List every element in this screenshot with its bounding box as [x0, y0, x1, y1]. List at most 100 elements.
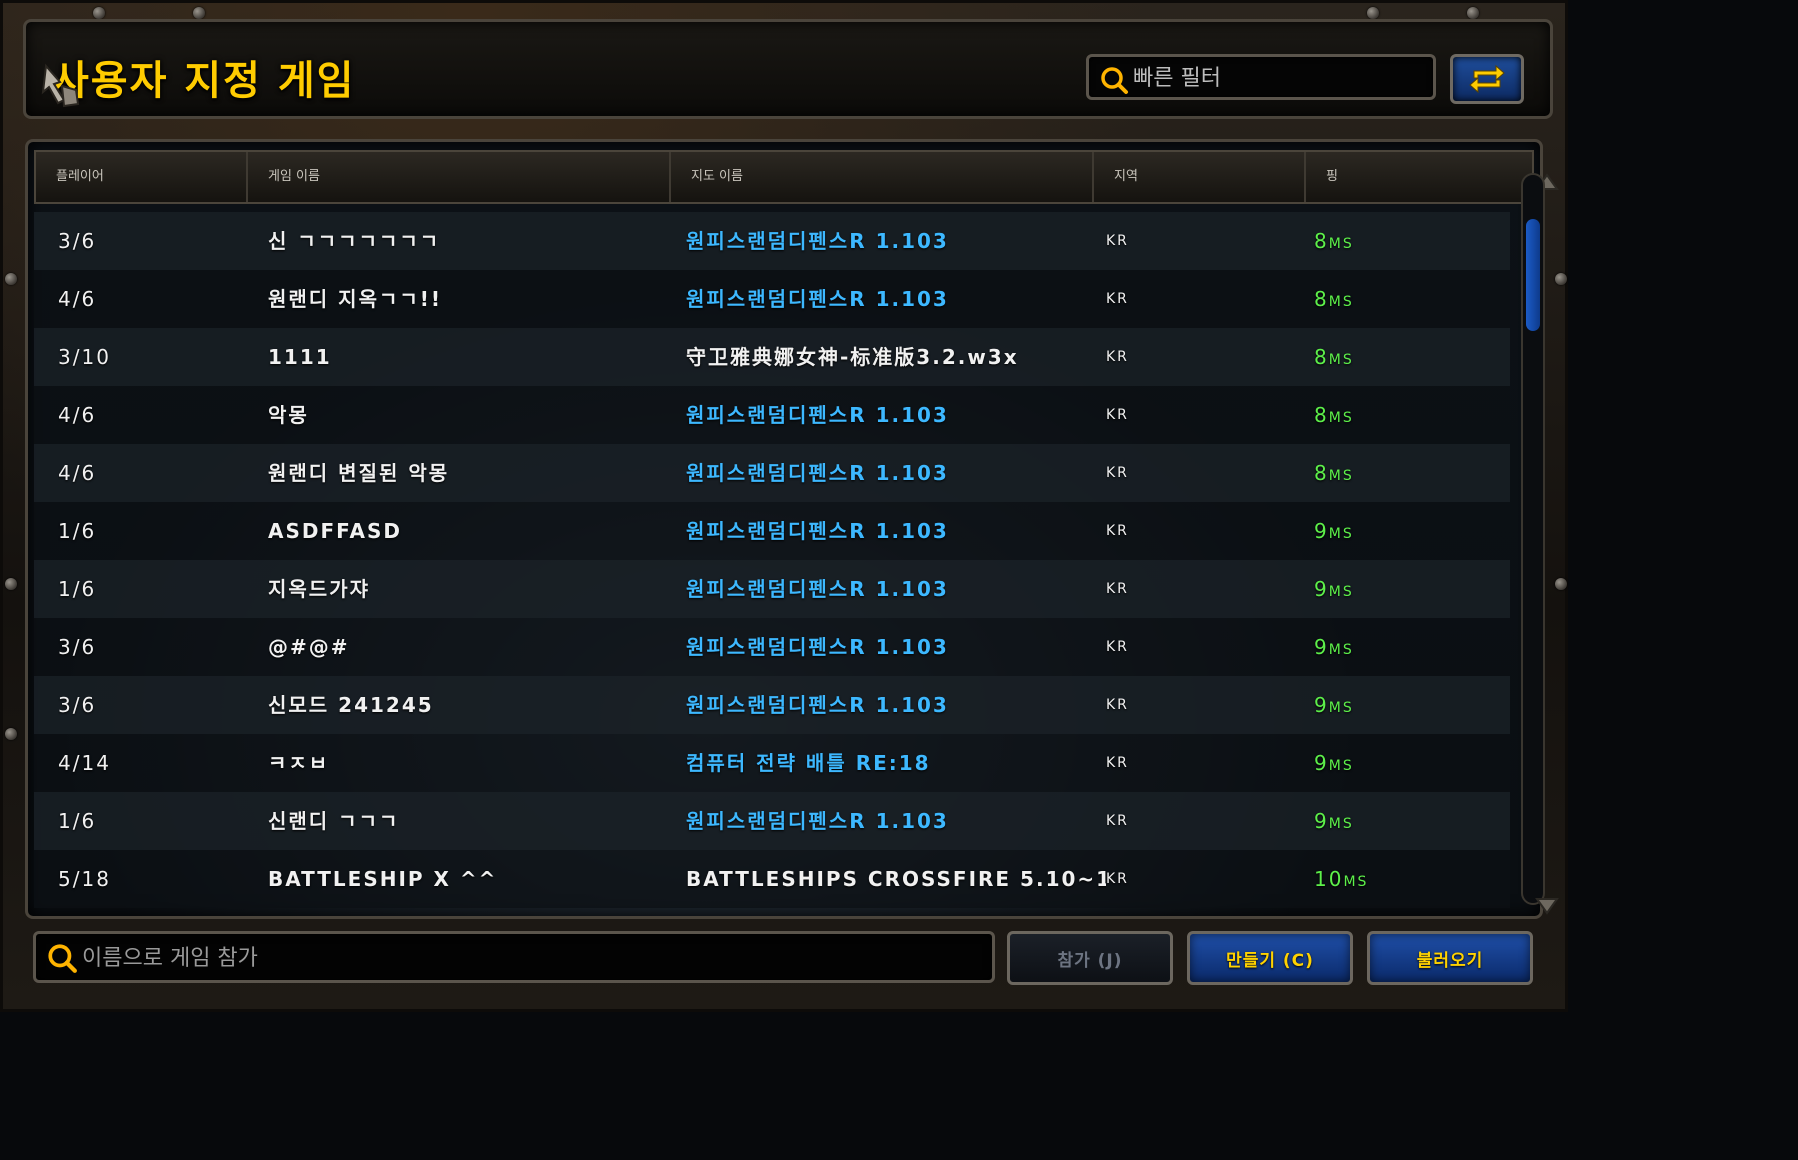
ping-number: 9 — [1314, 635, 1329, 659]
game-name: 신랜디 ㄱㄱㄱ — [268, 809, 400, 833]
game-row[interactable]: 4/14 ㅋㅈㅂ 컴퓨터 전략 배틀 RE:18 KR 9MS — [34, 734, 1510, 792]
ping-number: 9 — [1314, 693, 1329, 717]
game-row[interactable]: 5/18 BATTLESHIP X ^^ BATTLESHIPS CROSSFIRE… — [34, 850, 1510, 908]
gauntlet-cursor-icon — [41, 63, 80, 108]
player-count: 4/14 — [58, 751, 111, 775]
game-name: 지옥드가쟈 — [268, 577, 370, 601]
game-row[interactable]: 1/6 지옥드가쟈 원피스랜덤디펜스R 1.103 KR 9MS — [34, 560, 1510, 618]
ping-number: 8 — [1314, 403, 1329, 427]
ping-unit: MS — [1328, 526, 1354, 542]
game-name: 원랜디 변질된 악몽 — [268, 461, 450, 485]
map-name: 컴퓨터 전략 배틀 RE:18 — [686, 751, 931, 775]
region-code: KR — [1106, 523, 1129, 539]
custom-games-window: 사용자 지정 게임 플레이어 게임 이름 지도 이름 지역 핑 — [0, 0, 1568, 1012]
player-count: 1/6 — [58, 577, 97, 601]
map-name: 원피스랜덤디펜스R 1.103 — [686, 809, 949, 833]
ping-unit: MS — [1328, 816, 1354, 832]
ping-value: 8MS — [1314, 386, 1464, 444]
player-count: 4/6 — [58, 461, 97, 485]
game-row[interactable]: 4/6 원랜디 변질된 악몽 원피스랜덤디펜스R 1.103 KR 8MS — [34, 444, 1510, 502]
quick-filter-box[interactable] — [1086, 54, 1436, 100]
ping-value: 9MS — [1314, 734, 1464, 792]
region-code: KR — [1106, 755, 1129, 771]
ping-value: 9MS — [1314, 618, 1464, 676]
region-code: KR — [1106, 581, 1129, 597]
ping-value: 8MS — [1314, 328, 1464, 386]
rivet-decoration — [1367, 7, 1379, 19]
ping-value: 9MS — [1314, 792, 1464, 850]
map-name: 원피스랜덤디펜스R 1.103 — [686, 519, 949, 543]
region-code: KR — [1106, 697, 1129, 713]
quick-filter-input[interactable] — [1133, 61, 1423, 95]
region-code: KR — [1106, 407, 1129, 423]
game-name: 악몽 — [268, 403, 309, 427]
region-code: KR — [1106, 871, 1129, 887]
game-row[interactable]: 3/6 신 ㄱㄱㄱㄱㄱㄱㄱ 원피스랜덤디펜스R 1.103 KR 8MS — [34, 212, 1510, 270]
game-name: 신 ㄱㄱㄱㄱㄱㄱㄱ — [268, 229, 441, 253]
ping-number: 9 — [1314, 751, 1329, 775]
ping-unit: MS — [1328, 468, 1354, 484]
game-row[interactable]: 3/10 1111 守卫雅典娜女神-标准版3.2.w3x KR 8MS — [34, 328, 1510, 386]
map-name: BATTLESHIPS CROSSFIRE 5.10~1.w3x — [686, 867, 1106, 891]
game-row[interactable]: 4/6 악몽 원피스랜덤디펜스R 1.103 KR 8MS — [34, 386, 1510, 444]
ping-unit: MS — [1328, 410, 1354, 426]
player-count: 4/6 — [58, 403, 97, 427]
player-count: 3/6 — [58, 229, 97, 253]
ping-number: 8 — [1314, 461, 1329, 485]
player-count: 3/6 — [58, 635, 97, 659]
map-name: 원피스랜덤디펜스R 1.103 — [686, 635, 949, 659]
game-row[interactable]: 1/6 신랜디 ㄱㄱㄱ 원피스랜덤디펜스R 1.103 KR 9MS — [34, 792, 1510, 850]
rivet-decoration — [5, 728, 17, 740]
map-name: 원피스랜덤디펜스R 1.103 — [686, 693, 949, 717]
column-header-players[interactable]: 플레이어 — [36, 152, 248, 202]
rivet-decoration — [5, 273, 17, 285]
column-header-map-name[interactable]: 지도 이름 — [671, 152, 1094, 202]
refresh-icon — [1469, 64, 1505, 94]
game-row[interactable]: 3/6 신모드 241245 원피스랜덤디펜스R 1.103 KR 9MS — [34, 676, 1510, 734]
ping-value: 9MS — [1314, 676, 1464, 734]
ping-unit: MS — [1328, 700, 1354, 716]
ping-value: 10MS — [1314, 850, 1464, 908]
header-bar: 사용자 지정 게임 — [23, 19, 1553, 119]
player-count: 1/6 — [58, 809, 97, 833]
region-code: KR — [1106, 349, 1129, 365]
rivet-decoration — [1555, 273, 1567, 285]
game-name: BATTLESHIP X ^^ — [268, 867, 498, 891]
game-row[interactable]: 4/6 원랜디 지옥ㄱㄱ!! 원피스랜덤디펜스R 1.103 KR 8MS — [34, 270, 1510, 328]
create-button[interactable]: 만들기 (C) — [1187, 931, 1353, 985]
player-count: 1/6 — [58, 519, 97, 543]
player-count: 3/10 — [58, 345, 111, 369]
scrollbar-thumb[interactable] — [1526, 219, 1540, 331]
map-name: 원피스랜덤디펜스R 1.103 — [686, 461, 949, 485]
player-count: 5/18 — [58, 867, 111, 891]
load-button[interactable]: 불러오기 — [1367, 931, 1533, 985]
ping-unit: MS — [1328, 352, 1354, 368]
region-code: KR — [1106, 291, 1129, 307]
region-code: KR — [1106, 639, 1129, 655]
join-button[interactable]: 참가 (J) — [1007, 931, 1173, 985]
column-header-ping[interactable]: 핑 — [1306, 152, 1532, 202]
rivet-decoration — [93, 7, 105, 19]
ping-number: 8 — [1314, 287, 1329, 311]
game-name: @#@# — [268, 635, 350, 659]
game-name: 신모드 241245 — [268, 693, 434, 717]
ping-unit: MS — [1328, 294, 1354, 310]
column-header-row: 플레이어 게임 이름 지도 이름 지역 핑 — [34, 150, 1534, 204]
ping-number: 9 — [1314, 809, 1329, 833]
game-row[interactable]: 3/6 @#@# 원피스랜덤디펜스R 1.103 KR 9MS — [34, 618, 1510, 676]
page-title: 사용자 지정 게임 — [52, 58, 356, 104]
join-by-name-input[interactable] — [82, 940, 982, 976]
ping-value: 9MS — [1314, 502, 1464, 560]
ping-number: 9 — [1314, 519, 1329, 543]
column-header-game-name[interactable]: 게임 이름 — [248, 152, 671, 202]
column-header-region[interactable]: 지역 — [1094, 152, 1306, 202]
join-by-name-box[interactable] — [33, 931, 995, 983]
game-name: ASDFFASD — [268, 519, 402, 543]
game-name: 원랜디 지옥ㄱㄱ!! — [268, 287, 443, 311]
game-row[interactable]: 1/6 ASDFFASD 원피스랜덤디펜스R 1.103 KR 9MS — [34, 502, 1510, 560]
ping-value: 8MS — [1314, 212, 1464, 270]
scroll-down-arrow-icon[interactable] — [1535, 883, 1559, 917]
refresh-button[interactable] — [1450, 54, 1524, 104]
game-name: ㅋㅈㅂ — [268, 751, 330, 775]
scrollbar-track[interactable] — [1521, 173, 1545, 905]
